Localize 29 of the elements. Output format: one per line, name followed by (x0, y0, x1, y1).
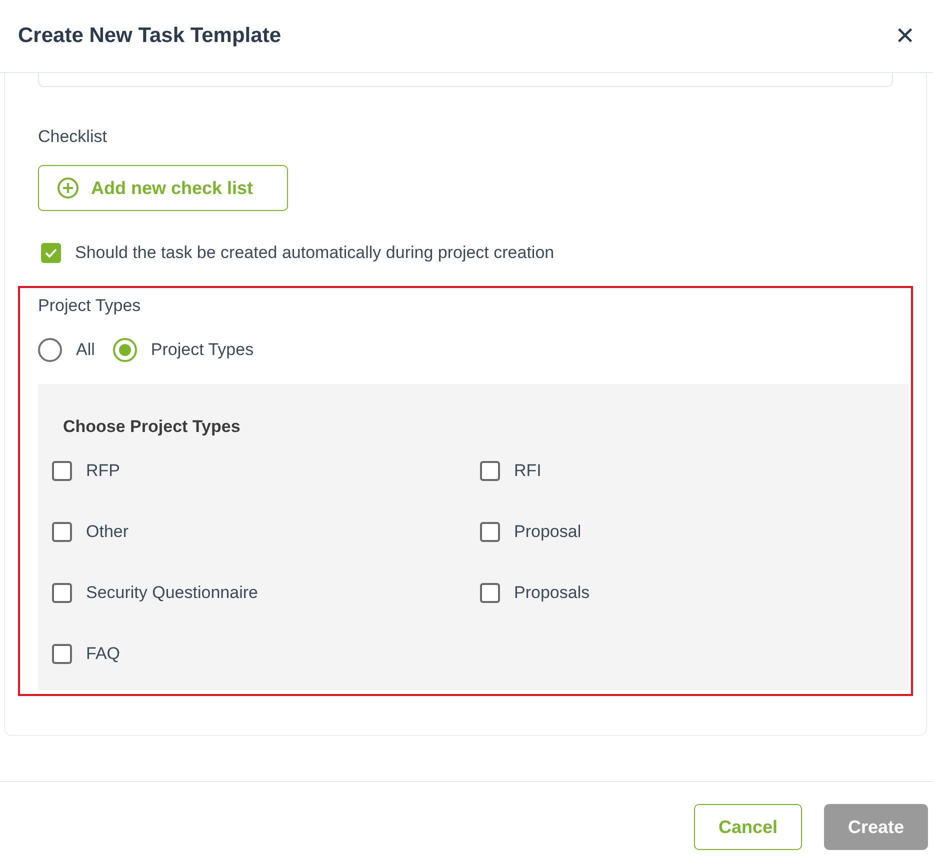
checkbox[interactable] (480, 522, 500, 542)
auto-create-label: Should the task be created automatically during project creation (75, 243, 554, 263)
radio-label: All (76, 340, 95, 360)
checkmark-icon (44, 246, 58, 260)
project-type-label: Other (86, 522, 129, 542)
project-type-label: FAQ (86, 644, 120, 664)
project-type-label: RFI (514, 461, 542, 481)
cancel-button[interactable]: Cancel (694, 804, 802, 850)
checkbox[interactable] (41, 243, 61, 263)
project-type-label: Security Questionnaire (86, 583, 258, 603)
checkbox[interactable] (52, 461, 72, 481)
dialog-title: Create New Task Template (18, 24, 281, 48)
radio-button[interactable] (112, 338, 137, 362)
plus-circle-icon (57, 177, 79, 199)
checklist-label: Checklist (38, 127, 108, 147)
project-types-label: Project Types (38, 296, 142, 316)
add-checklist-button[interactable]: Add new check list (38, 165, 288, 211)
project-type-label: Proposals (514, 583, 590, 603)
radio-label: Project Types (150, 340, 254, 360)
panel-title: Choose Project Types (63, 417, 242, 437)
checkbox[interactable] (52, 522, 72, 542)
radio-button[interactable] (38, 338, 62, 362)
checkbox[interactable] (52, 583, 72, 603)
close-button[interactable]: ✕ (891, 22, 919, 50)
checkbox[interactable] (480, 461, 500, 481)
checkbox[interactable] (52, 644, 72, 664)
project-type-label: RFP (86, 461, 120, 481)
project-type-label: Proposal (514, 522, 582, 542)
checkbox[interactable] (480, 583, 500, 603)
